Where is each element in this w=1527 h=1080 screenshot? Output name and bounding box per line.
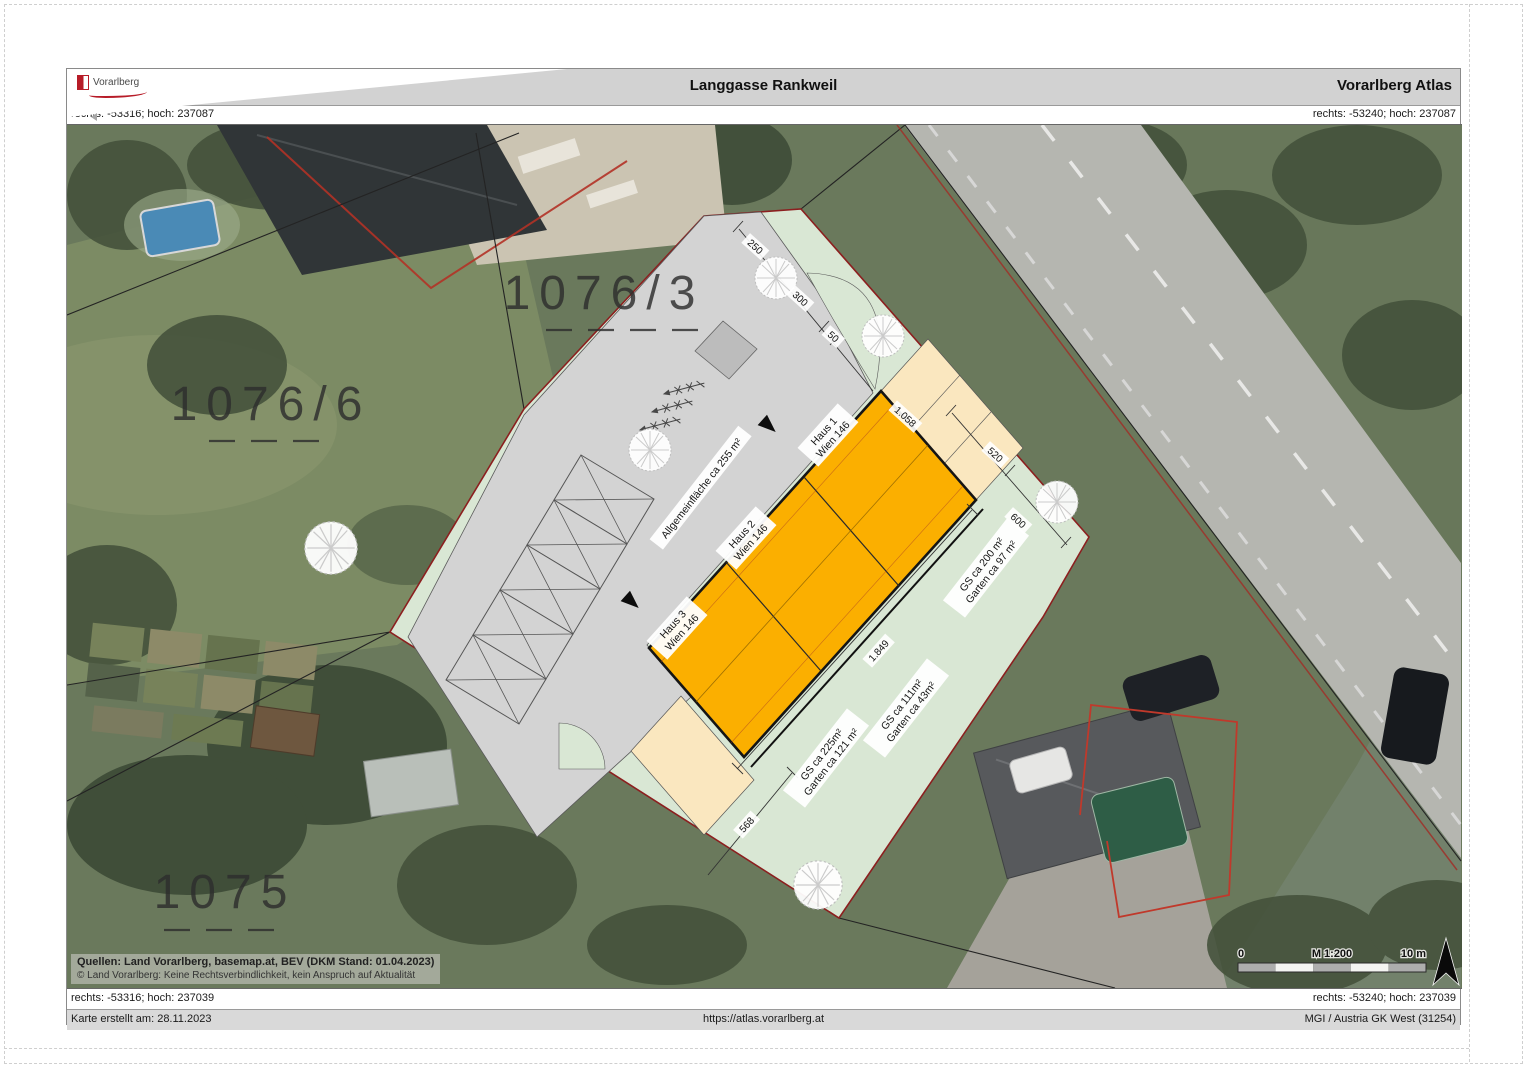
scale-bar-segments xyxy=(1238,963,1426,972)
logo-text: Vorarlberg xyxy=(93,77,139,88)
logo-swoosh xyxy=(89,89,147,98)
parcel-label-1076-3: 1076/3 xyxy=(504,267,705,320)
tree-icon xyxy=(794,861,842,909)
sources-line1: Quellen: Land Vorarlberg, basemap.at, BE… xyxy=(77,956,434,969)
map-svg: 250 300 50 1.058 520 600 1.849 568 Haus … xyxy=(67,125,1462,988)
coords-bottom-row: rechts: -53316; hoch: 237039 rechts: -53… xyxy=(67,989,1460,1010)
coords-top-row: rechts: -53316; hoch: 237087 rechts: -53… xyxy=(67,106,1460,124)
parcel-label-1076-6: 1076/6 xyxy=(171,378,372,431)
coord-top-right: rechts: -53240; hoch: 237087 xyxy=(1313,108,1456,120)
map-canvas: 250 300 50 1.058 520 600 1.849 568 Haus … xyxy=(67,124,1462,989)
parcel-label-1075: 1075 xyxy=(154,866,297,919)
tree-icon xyxy=(305,522,358,575)
tree-icon xyxy=(629,429,671,471)
scale-ratio-label: M 1:200 xyxy=(1312,948,1352,960)
tree-icon xyxy=(1036,481,1078,523)
app-title: Vorarlberg Atlas xyxy=(1337,77,1452,94)
atlas-url-link[interactable]: https://atlas.vorarlberg.at xyxy=(67,1013,1460,1025)
sources-note: Quellen: Land Vorarlberg, basemap.at, BE… xyxy=(71,954,440,984)
print-margin-guide-right xyxy=(1469,4,1470,1062)
coord-bottom-left: rechts: -53316; hoch: 237039 xyxy=(71,992,214,1004)
sources-line2: © Land Vorarlberg: Keine Rechtsverbindli… xyxy=(77,969,434,982)
tree-icon xyxy=(862,315,904,357)
shed xyxy=(250,706,319,756)
map-sheet: Vorarlberg Langgasse Rankweil Vorarlberg… xyxy=(66,68,1461,1025)
logo-caret-icon xyxy=(91,113,97,121)
scale-end-label: 10 m xyxy=(1401,948,1426,960)
scale-start-label: 0 xyxy=(1238,948,1244,960)
print-margin-guide-bottom xyxy=(4,1048,1469,1049)
coord-bottom-right: rechts: -53240; hoch: 237039 xyxy=(1313,992,1456,1004)
footer-bar: Karte erstellt am: 28.11.2023 https://at… xyxy=(67,1010,1460,1030)
header-bar: Vorarlberg Langgasse Rankweil Vorarlberg… xyxy=(67,69,1460,106)
page: { "page": { "header": { "logo_text": "Vo… xyxy=(0,0,1527,1080)
crs-label: MGI / Austria GK West (31254) xyxy=(1305,1013,1456,1025)
logo-shield-icon xyxy=(77,75,89,90)
greenhouse xyxy=(364,749,459,817)
